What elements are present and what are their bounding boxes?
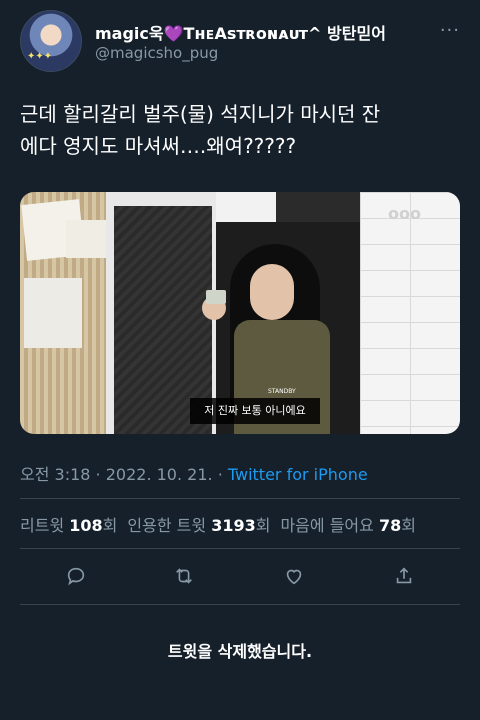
like-unit: 회 <box>401 516 416 535</box>
divider <box>20 498 460 499</box>
display-name-part2: TʜᴇAsᴛʀᴏɴᴀᴜᴛ^ 방탄믿어 <box>183 24 386 43</box>
retweet-stat[interactable]: 리트윗 108회 <box>20 516 117 535</box>
tweet-source-link[interactable]: Twitter for iPhone <box>228 465 368 484</box>
retweet-icon[interactable] <box>168 560 200 592</box>
meta-separator: · <box>212 465 228 484</box>
tweet-stats: 리트윗 108회 인용한 트윗 3193회 마음에 들어요 78회 <box>20 512 416 536</box>
tweet-text-line2: 에다 영지도 마셔써….왜여????? <box>20 134 297 158</box>
purple-heart-icon: 💜 <box>163 24 184 43</box>
divider <box>20 548 460 549</box>
ceiling <box>216 192 276 222</box>
like-icon[interactable] <box>278 560 310 592</box>
more-options-icon[interactable]: ··· <box>440 20 460 41</box>
wall-note <box>66 220 106 258</box>
person-face <box>250 264 294 320</box>
quote-stat[interactable]: 인용한 트윗 3193회 <box>127 516 270 535</box>
reply-icon[interactable] <box>60 560 92 592</box>
video-subtitle: 저 진짜 보통 아니에요 <box>190 398 320 424</box>
share-icon[interactable] <box>388 560 420 592</box>
tweet-meta: 오전 3:18 · 2022. 10. 21. · Twitter for iP… <box>20 461 368 485</box>
channel-watermark: ooo <box>388 204 421 223</box>
wall-note <box>24 278 82 348</box>
like-stat[interactable]: 마음에 들어요 78회 <box>280 516 416 535</box>
quote-count: 3193 <box>211 516 256 535</box>
like-count: 78 <box>378 516 402 535</box>
avatar-decoration-icon: ✦✦✦ <box>27 51 53 62</box>
glass-icon <box>206 290 226 304</box>
display-name[interactable]: magic욱💜TʜᴇAsᴛʀᴏɴᴀᴜᴛ^ 방탄믿어 <box>95 20 386 44</box>
tweet-text: 근데 할리갈리 벌주(물) 석지니가 마시던 잔 에다 영지도 마셔써….왜여?… <box>20 98 460 162</box>
retweet-label: 리트윗 <box>20 516 65 535</box>
deleted-tweet-notice: 트윗을 삭제했습니다. <box>167 642 313 661</box>
tweet-header: ✦✦✦ magic욱💜TʜᴇAsᴛʀᴏɴᴀᴜᴛ^ 방탄믿어 @magicsho_… <box>20 8 460 72</box>
tweet-text-line1: 근데 할리갈리 벌주(물) 석지니가 마시던 잔 <box>20 102 381 126</box>
tweet-actions <box>20 560 460 592</box>
retweet-count: 108 <box>69 516 103 535</box>
tweet-time[interactable]: 오전 3:18 <box>20 465 90 484</box>
meta-separator: · <box>90 465 106 484</box>
media-image[interactable]: ooo STANDBY 저 진짜 보통 아니에요 <box>20 192 460 434</box>
tweet-date[interactable]: 2022. 10. 21. <box>106 465 213 484</box>
divider <box>20 604 460 605</box>
quote-unit: 회 <box>255 516 271 535</box>
quote-label: 인용한 트윗 <box>127 516 207 535</box>
tile-wall <box>360 192 460 434</box>
subtitle-tag: STANDBY <box>268 388 296 395</box>
like-label: 마음에 들어요 <box>280 516 374 535</box>
retweet-unit: 회 <box>102 516 118 535</box>
avatar[interactable]: ✦✦✦ <box>20 10 82 72</box>
user-handle[interactable]: @magicsho_pug <box>95 44 218 62</box>
display-name-part1: magic욱 <box>95 24 164 43</box>
